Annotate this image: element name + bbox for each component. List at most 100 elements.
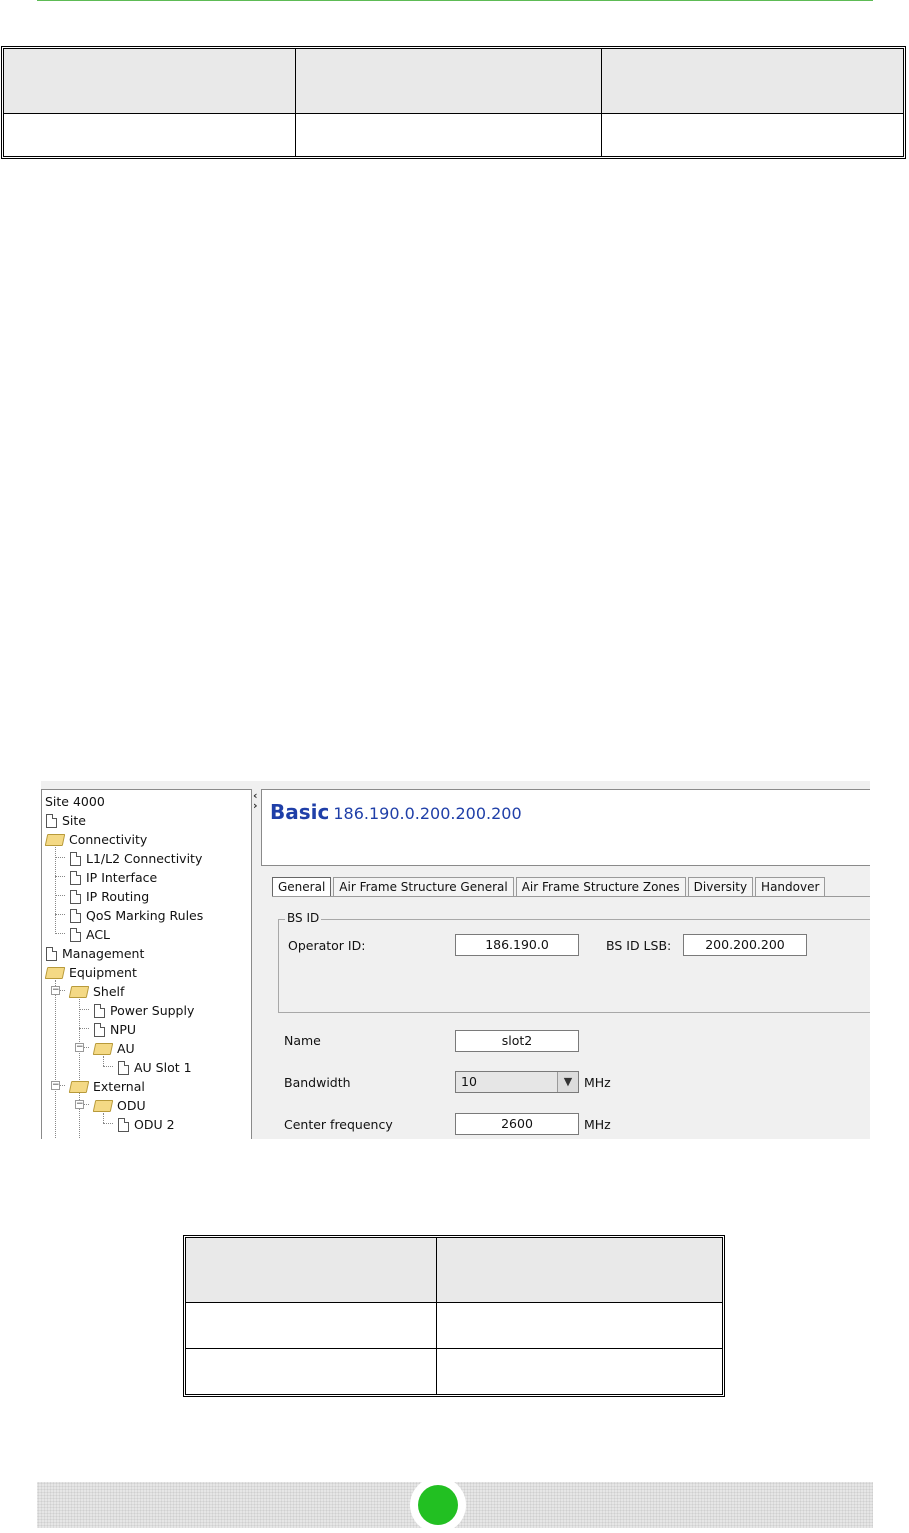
table-divider [186,1302,722,1303]
tree-item-ip-routing[interactable]: IP Routing [70,887,149,906]
tree-connector [55,980,56,1139]
tree-item-acl[interactable]: ACL [70,925,110,944]
document-icon [70,908,81,923]
document-icon [70,870,81,885]
tree-connector [55,847,56,934]
folder-open-icon [68,1080,90,1093]
tab-divider [272,896,870,897]
tree-item-label: AU [117,1041,135,1056]
tree-item-odu-2[interactable]: ODU 2 [118,1115,175,1134]
document-icon [46,946,57,961]
tree-item-npu[interactable]: NPU [94,1020,136,1039]
tree-item-connectivity[interactable]: Connectivity [44,830,148,849]
table-header-row [186,1238,722,1302]
document-icon [118,1060,129,1075]
tree-item-shelf[interactable]: Shelf [68,982,125,1001]
tree-item-label: Equipment [69,965,137,980]
folder-open-icon [44,833,66,846]
table-divider [436,1238,437,1394]
collapse-panel-icon[interactable]: ‹ › [253,790,258,811]
tree-connector [79,1028,89,1029]
document-icon [46,813,57,828]
name-field[interactable]: slot2 [455,1030,579,1052]
bandwidth-select[interactable]: 10 ▼ [455,1071,579,1093]
tree-item-label: External [93,1079,145,1094]
bs-id-legend: BS ID [285,911,322,925]
tree-item-label: Power Supply [110,1003,195,1018]
collapse-toggle-icon[interactable]: − [51,986,60,995]
tree-item-au[interactable]: AU [92,1039,135,1058]
document-icon [94,1003,105,1018]
tab-bar: General Air Frame Structure General Air … [272,877,827,897]
tree-item-label: IP Routing [86,889,150,904]
tree-item-label: L1/L2 Connectivity [86,851,203,866]
tree-item-external[interactable]: External [68,1077,145,1096]
document-icon [70,889,81,904]
folder-open-icon [44,966,66,979]
collapse-toggle-icon[interactable]: − [51,1081,60,1090]
tree-connector [79,999,80,1139]
tree-connector [79,1009,89,1010]
tab-diversity[interactable]: Diversity [687,877,754,897]
tree-item-label: IP Interface [86,870,158,885]
tree-connector [103,1066,113,1067]
table-divider [186,1348,722,1349]
document-icon [70,851,81,866]
tree-item-power-supply[interactable]: Power Supply [94,1001,194,1020]
chevron-down-icon[interactable]: ▼ [557,1072,578,1092]
center-frequency-unit: MHz [584,1117,611,1132]
tree-item-site[interactable]: Site [46,811,86,830]
center-frequency-label: Center frequency [284,1117,393,1132]
tree-item-label: NPU [110,1022,137,1037]
collapse-toggle-icon[interactable]: − [75,1100,84,1109]
top-rule [37,0,873,1]
bandwidth-label: Bandwidth [284,1075,351,1090]
bandwidth-unit: MHz [584,1075,611,1090]
tree-item-label: Connectivity [69,832,148,847]
tab-air-frame-structure-general[interactable]: Air Frame Structure General [333,877,514,897]
tree-item-label: Site [62,813,86,828]
tree-item-management[interactable]: Management [46,944,144,963]
bs-id-lsb-field[interactable]: 200.200.200 [683,934,807,956]
tree-item-label: QoS Marking Rules [86,908,204,923]
bs-id-lsb-label: BS ID LSB: [606,938,672,953]
tree-item-au-slot-1[interactable]: AU Slot 1 [118,1058,192,1077]
tree-connector [55,857,65,858]
tab-air-frame-structure-zones[interactable]: Air Frame Structure Zones [515,877,686,897]
navigation-tree: − − − − Site 4000 Site Connectivity L1/L… [41,789,252,1139]
tab-general[interactable]: General [272,877,332,897]
operator-id-field[interactable]: 186.190.0 [455,934,579,956]
tree-item-label: ACL [86,927,111,942]
bottom-table [183,1235,725,1397]
folder-open-icon [92,1042,114,1055]
table-divider [295,49,296,156]
tree-connector [55,933,65,934]
table-divider [4,113,903,114]
tree-item-label: Shelf [93,984,125,999]
table-header-cell [296,49,601,113]
panel-splitter[interactable] [252,781,260,1139]
tree-item-ip-interface[interactable]: IP Interface [70,868,157,887]
app-screenshot: − − − − Site 4000 Site Connectivity L1/L… [41,781,870,1139]
tree-item-l1-l2-connectivity[interactable]: L1/L2 Connectivity [70,849,202,868]
tree-item-qos-marking-rules[interactable]: QoS Marking Rules [70,906,203,925]
tree-connector [55,895,65,896]
page-title: Basic 186.190.0.200.200.200 [270,800,522,824]
collapse-toggle-icon[interactable]: − [75,1043,84,1052]
tab-handover[interactable]: Handover [755,877,826,897]
folder-open-icon [68,985,90,998]
tree-item-odu[interactable]: ODU [92,1096,146,1115]
document-icon [94,1022,105,1037]
tree-connector [55,876,65,877]
table-header-cell [602,49,903,113]
operator-id-label: Operator ID: [288,938,366,953]
tree-item-equipment[interactable]: Equipment [44,963,137,982]
page-title-main: Basic [270,800,330,824]
center-frequency-field[interactable]: 2600 [455,1113,579,1135]
tree-connector [55,914,65,915]
tree-root-site-4000[interactable]: Site 4000 [45,792,105,811]
table-header-cell [4,49,295,113]
tree-connector [103,1123,113,1124]
tree-item-label: Site 4000 [45,794,105,809]
folder-open-icon [92,1099,114,1112]
